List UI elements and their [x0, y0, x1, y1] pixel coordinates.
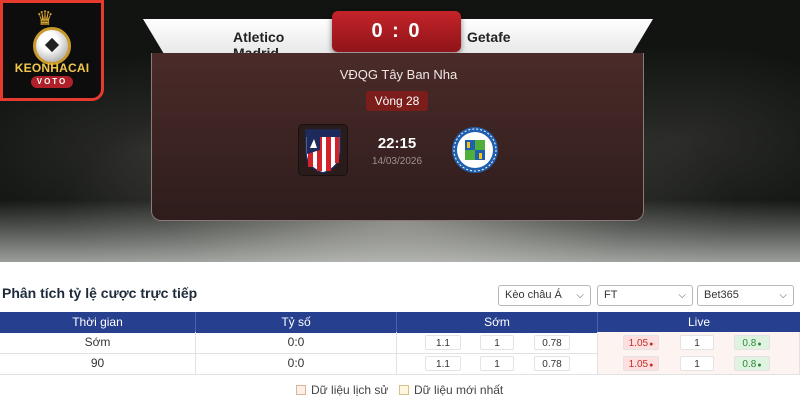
kickoff-time: 22:15 [377, 135, 417, 152]
arrow-down-icon: ● [649, 362, 654, 369]
getafe-crest-icon [452, 127, 498, 173]
arrow-up-icon: ● [757, 341, 762, 348]
column-header-live: Live [687, 315, 710, 329]
odds-value: 0.78 [534, 356, 570, 371]
legend-swatch [296, 385, 306, 395]
odds-type-select[interactable]: Kèo châu Á ⌵ [498, 285, 591, 306]
chevron-down-icon: ⌵ [678, 290, 686, 301]
odds-value: 1 [680, 335, 714, 350]
bookmaker-value: Bet365 [704, 289, 739, 301]
cell-score: 0:0 [196, 332, 397, 353]
league-name[interactable]: VĐQG Tây Ban Nha [152, 67, 645, 82]
cell-early-odds: 1.1 1 0.78 [397, 353, 598, 374]
table-row: 90 0:0 1.1 1 0.78 1.05● 1 0.8● [0, 353, 800, 375]
match-info-panel: VĐQG Tây Ban Nha Vòng 28 22:15 14/03/202… [151, 53, 644, 221]
odds-value-down: 1.05● [623, 335, 659, 350]
odds-number: 0.8 [742, 338, 757, 349]
away-team-crest[interactable] [450, 124, 500, 176]
chevron-down-icon: ⌵ [576, 290, 584, 301]
odds-table-header: Thời gian Tỷ số Sớm Live [0, 312, 800, 333]
crown-icon: ♛ [36, 8, 54, 30]
column-header-early: Sớm [397, 312, 598, 333]
odds-number: 1.05 [628, 359, 649, 370]
odds-number: 0.8 [742, 359, 757, 370]
odds-value: 1.1 [425, 356, 461, 371]
atletico-crest-icon [305, 129, 341, 174]
football-icon [33, 27, 71, 65]
cell-time: 90 [0, 353, 196, 374]
cell-live-odds: 1.05● 1 0.8● [598, 353, 800, 374]
cell-live-odds: 1.05● 1 0.8● [598, 332, 800, 353]
logo-subtext: VOTO [31, 76, 73, 88]
match-score: 0 : 0 [332, 11, 461, 52]
chevron-down-icon: ⌵ [779, 290, 787, 301]
cell-score: 0:0 [196, 353, 397, 374]
column-header-time: Thời gian [0, 312, 196, 333]
bookmaker-select[interactable]: Bet365 ⌵ [697, 285, 794, 306]
column-header-score: Tỷ số [196, 312, 397, 333]
odds-type-value: Kèo châu Á [505, 289, 562, 301]
site-logo[interactable]: ♛ KEONHACAI VOTO [0, 0, 104, 101]
period-select[interactable]: FT ⌵ [597, 285, 693, 306]
legend-label: Dữ liệu mới nhất [414, 383, 504, 397]
arrow-up-icon: ● [757, 362, 762, 369]
legend-history: Dữ liệu lịch sử [296, 383, 388, 397]
kickoff-date: 14/03/2026 [371, 156, 423, 167]
odds-value-down: 1.05● [623, 356, 659, 371]
odds-value-up: 0.8● [734, 335, 770, 350]
table-row: Sớm 0:0 1.1 1 0.78 1.05● 1 0.8● [0, 332, 800, 354]
legend-label: Dữ liệu lịch sử [311, 383, 389, 397]
odds-value: 0.78 [534, 335, 570, 350]
cell-early-odds: 1.1 1 0.78 [397, 332, 598, 353]
odds-value: 1.1 [425, 335, 461, 350]
odds-number: 1.05 [628, 338, 649, 349]
odds-section-title: Phân tích tỷ lệ cược trực tiếp [2, 285, 198, 301]
arrow-down-icon: ● [649, 341, 654, 348]
logo-text: KEONHACAI [14, 61, 90, 75]
legend-swatch [399, 385, 409, 395]
odds-value: 1 [680, 356, 714, 371]
away-team-name[interactable]: Getafe [467, 29, 567, 45]
cell-time: Sớm [0, 332, 196, 353]
odds-value: 1 [480, 335, 514, 350]
odds-value: 1 [480, 356, 514, 371]
legend-latest: Dữ liệu mới nhất [399, 383, 503, 397]
period-value: FT [604, 289, 618, 301]
odds-value-up: 0.8● [734, 356, 770, 371]
home-team-crest[interactable] [298, 124, 348, 176]
round-badge: Vòng 28 [366, 91, 428, 111]
